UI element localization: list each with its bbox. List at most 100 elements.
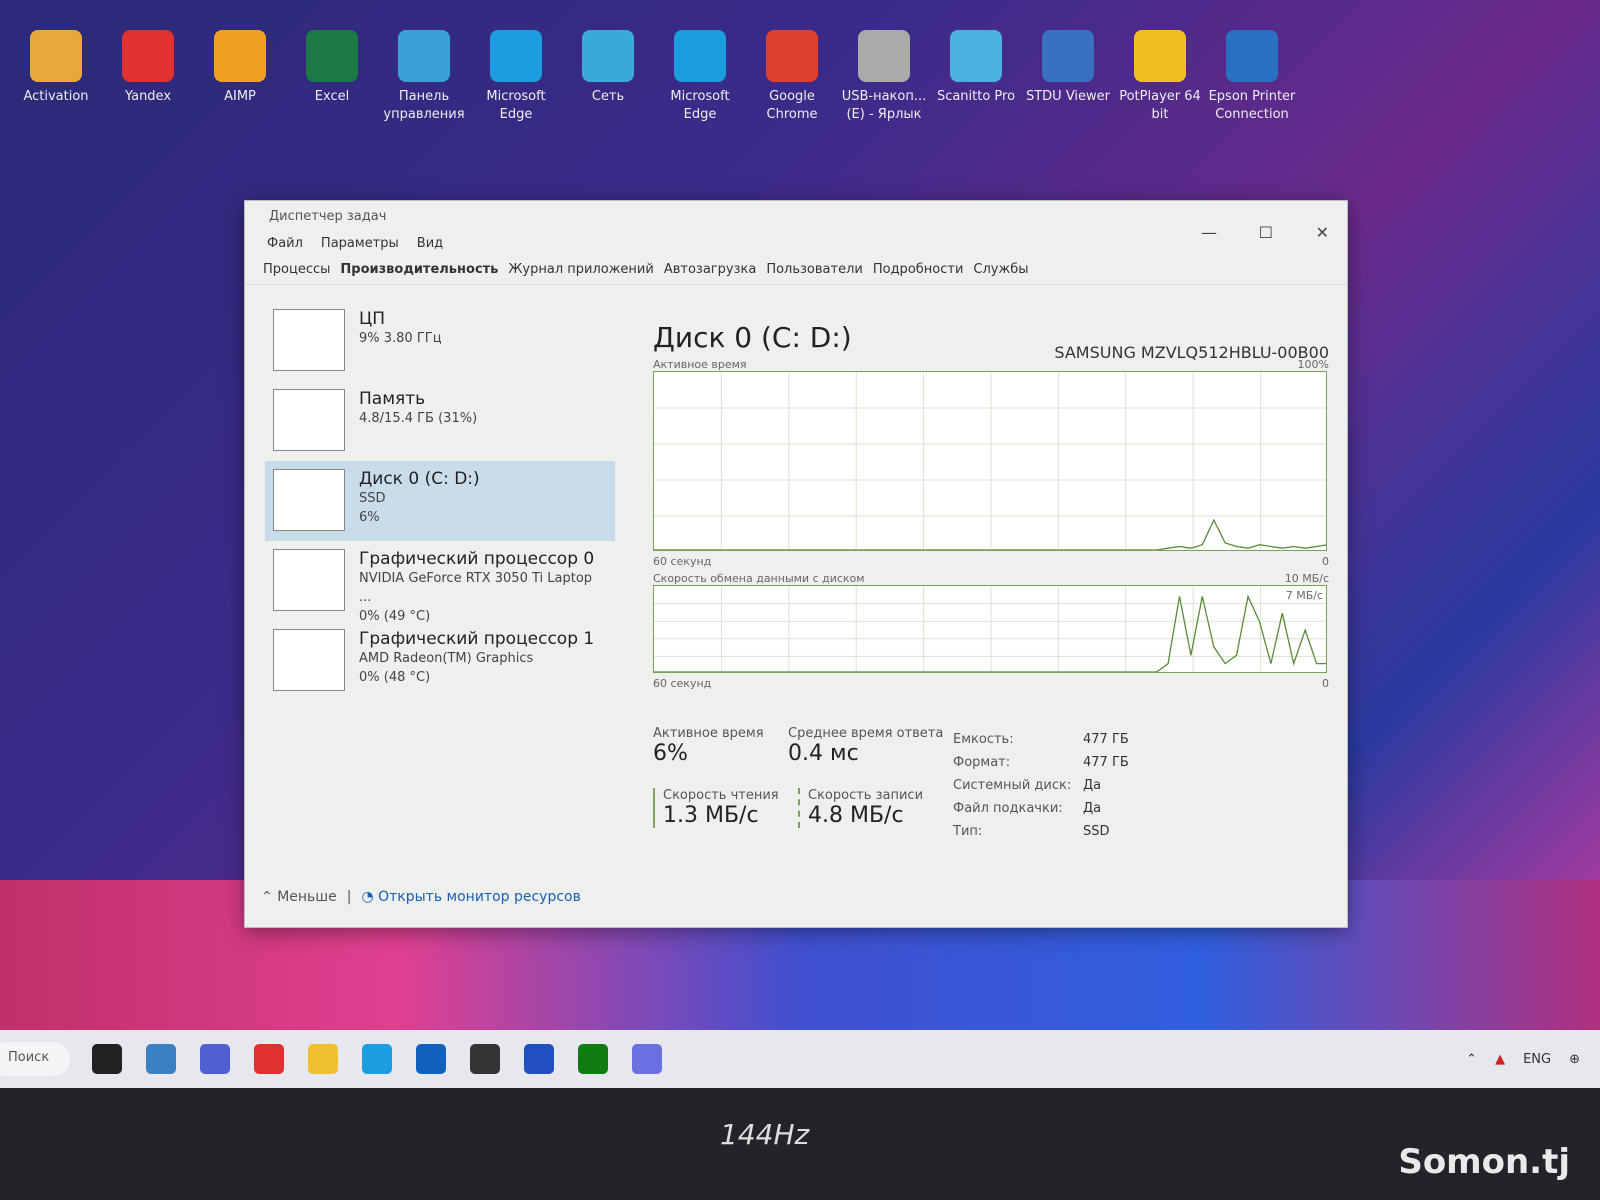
desktop-icon[interactable]: Activation [10,30,102,124]
tab[interactable]: Журнал приложений [508,262,653,277]
maximize-button[interactable]: ☐ [1259,223,1273,242]
app-icon [490,30,542,82]
property-value: Да [1083,778,1102,793]
menu-bar: Файл Параметры Вид [245,231,1347,255]
sidebar-item-detail: AMD Radeon(TM) Graphics [359,651,534,666]
read-speed-value: 1.3 МБ/с [663,803,759,828]
resource-monitor-label: Открыть монитор ресурсов [378,889,581,905]
property-value: SSD [1083,824,1110,839]
property-label: Емкость: [953,732,1014,747]
tab[interactable]: Подробности [873,262,964,277]
property-row: Системный диск: Да [953,774,1129,797]
tab[interactable]: Процессы [263,262,330,277]
taskbar-app-icon[interactable] [308,1044,338,1074]
app-icon [122,30,174,82]
disk-model: SAMSUNG MZVLQ512HBLU-00B00 [1054,343,1329,362]
disk-panel: Диск 0 (C: D:) SAMSUNG MZVLQ512HBLU-00B0… [653,321,1329,690]
taskbar-app-icon[interactable] [416,1044,446,1074]
language-indicator[interactable]: ENG [1523,1052,1551,1067]
tab[interactable]: Службы [973,262,1028,277]
read-speed-label: Скорость чтения [663,788,779,803]
sidebar-item-detail: SSD [359,491,386,506]
app-icon [1042,30,1094,82]
sidebar-item-detail: 4.8/15.4 ГБ (31%) [359,411,478,426]
taskbar-app-icon[interactable] [632,1044,662,1074]
sidebar-text: Графический процессор 0 NVIDIA GeForce RT… [359,549,607,624]
sidebar-item[interactable]: Графический процессор 1 AMD Radeon(TM) Gr… [265,621,615,701]
desktop-icons: Activation Yandex AIMP Excel Панель управлен… [10,30,1298,124]
desktop-icon-label: Epson Printer Connection [1208,89,1296,122]
menu-item[interactable]: Файл [267,236,303,251]
network-icon[interactable]: ⊕ [1569,1052,1580,1067]
taskbar-app-icon[interactable] [92,1044,122,1074]
desktop-icon[interactable]: Yandex [102,30,194,124]
desktop-icon[interactable]: Google Chrome [746,30,838,124]
taskbar: Поиск ⌃ ▲ ENG ⊕ [0,1030,1600,1088]
search-box[interactable]: Поиск [0,1042,70,1076]
sidebar-item-name: Графический процессор 0 [359,549,595,569]
sidebar-text: Память 4.8/15.4 ГБ (31%) [359,389,477,453]
property-row: Тип: SSD [953,820,1129,843]
write-speed-value: 4.8 МБ/с [808,803,904,828]
app-icon [950,30,1002,82]
sidebar-text: Графический процессор 1 AMD Radeon(TM) Gr… [359,629,594,693]
active-time-value: 6% [653,741,688,766]
taskbar-app-icon[interactable] [524,1044,554,1074]
taskbar-app-icon[interactable] [470,1044,500,1074]
desktop-icon[interactable]: Панель управления [378,30,470,124]
desktop-icon[interactable]: Microsoft Edge [470,30,562,124]
desktop-icon[interactable]: Excel [286,30,378,124]
desktop-icon-label: AIMP [224,89,256,104]
taskbar-app-icon[interactable] [254,1044,284,1074]
task-manager-window: Диспетчер задач — ☐ ✕ Файл Параметры Вид П… [244,200,1348,928]
chevron-up-icon[interactable]: ⌃ [1466,1052,1477,1067]
tab[interactable]: Автозагрузка [664,262,756,277]
sidebar-item[interactable]: Диск 0 (C: D:) SSD 6% [265,461,615,541]
less-button[interactable]: ⌃ Меньше [261,889,337,905]
sidebar-item-name: Память [359,389,426,409]
sidebar-item-value: 0% (48 °C) [359,670,431,685]
desktop-icon[interactable]: Epson Printer Connection [1206,30,1298,124]
menu-item[interactable]: Вид [417,236,443,251]
chart2-time: 60 секунд [653,677,712,690]
resource-monitor-link[interactable]: ◔ Открыть монитор ресурсов [361,889,580,905]
warning-icon[interactable]: ▲ [1495,1052,1505,1067]
chart2-label: Скорость обмена данными с диском [653,572,865,585]
sidebar-item[interactable]: Память 4.8/15.4 ГБ (31%) [265,381,615,461]
app-icon [858,30,910,82]
divider: | [346,889,352,905]
property-label: Формат: [953,755,1011,770]
desktop-icon[interactable]: AIMP [194,30,286,124]
taskbar-app-icon[interactable] [578,1044,608,1074]
desktop-icon[interactable]: STDU Viewer [1022,30,1114,124]
tab-bar: Процессы Производительность Журнал приложе… [245,255,1347,285]
minimize-button[interactable]: — [1201,223,1217,242]
menu-item[interactable]: Параметры [321,236,399,251]
sidebar-item-value: 6% [359,510,380,525]
chart1-time: 60 секунд [653,555,712,568]
disk-properties: Емкость: 477 ГБ Формат: 477 ГБ Системный дис… [953,728,1129,843]
desktop-icon-label: STDU Viewer [1025,89,1111,104]
mini-graph [273,629,345,691]
monitor-bezel: 144Hz Somon.tj [0,1088,1600,1200]
desktop-icon-label: USB-накоп... (E) - Ярлык [841,89,927,122]
desktop-icon[interactable]: PotPlayer 64 bit [1114,30,1206,124]
desktop-icon[interactable]: Microsoft Edge [654,30,746,124]
perf-sidebar: ЦП 9% 3.80 ГГц Память 4.8/15.4 ГБ (31%) Диск… [265,301,615,701]
sidebar-item[interactable]: ЦП 9% 3.80 ГГц [265,301,615,381]
tab[interactable]: Производительность [340,262,498,277]
close-button[interactable]: ✕ [1316,223,1329,242]
chart1-label: Активное время [653,358,747,371]
sidebar-item[interactable]: Графический процессор 0 NVIDIA GeForce RT… [265,541,615,624]
taskbar-app-icon[interactable] [200,1044,230,1074]
desktop-icon[interactable]: Scanitto Pro [930,30,1022,124]
app-icon [1226,30,1278,82]
chart2-sub: 7 МБ/с [1285,589,1323,602]
tab[interactable]: Пользователи [766,262,863,277]
transfer-rate-chart [653,585,1328,674]
desktop-icon[interactable]: USB-накоп... (E) - Ярлык [838,30,930,124]
app-icon [1134,30,1186,82]
taskbar-app-icon[interactable] [362,1044,392,1074]
taskbar-app-icon[interactable] [146,1044,176,1074]
desktop-icon[interactable]: Сеть [562,30,654,124]
